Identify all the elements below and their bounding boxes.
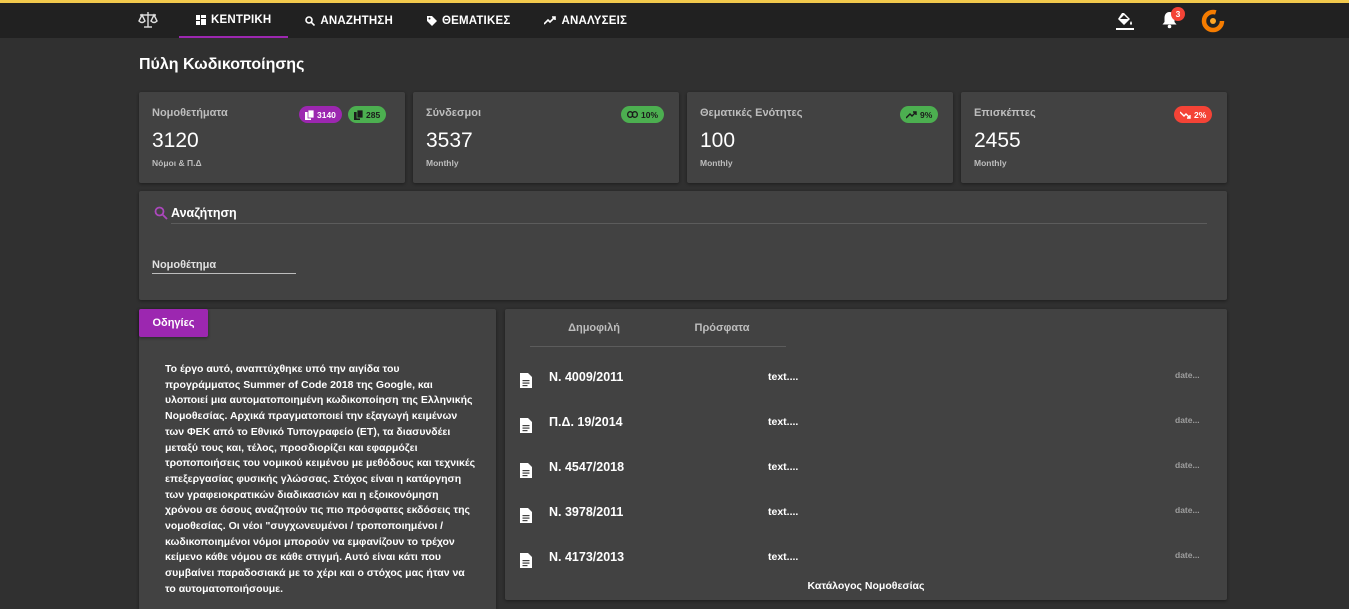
guide-description: Το έργο αυτό, αναπτύχθηκε υπό την αιγίδα…	[165, 363, 476, 595]
stat-value: 2455	[974, 129, 1021, 152]
chip-text: 3140	[317, 109, 336, 120]
description-icon	[520, 508, 532, 523]
law-list-item[interactable]: Ν. 3978/2011 text.... date...	[505, 491, 1227, 531]
law-text: text....	[768, 461, 799, 473]
stat-card-links: Σύνδεσμοι 10% 3537 Monthly	[413, 92, 679, 183]
search-icon	[154, 206, 168, 220]
nav-tab-analyses[interactable]: ΑΝΑΛΥΣΕΙΣ	[527, 3, 644, 38]
description-icon	[520, 418, 532, 433]
law-text: text....	[768, 416, 799, 428]
file-copy-icon	[354, 109, 363, 120]
laws-count-chip[interactable]: 3140	[299, 106, 342, 123]
nav-tab-home[interactable]: ΚΕΝΤΡΙΚΗ	[179, 3, 289, 38]
nav-tab-search-label: ΑΝΑΖΗΤΗΣΗ	[320, 14, 393, 27]
divider	[171, 223, 1207, 224]
search-card-header: Αναζήτηση	[154, 206, 237, 220]
visitors-trend-chip[interactable]: 2%	[1174, 106, 1213, 123]
tab-popular[interactable]: Δημοφιλή	[530, 309, 658, 347]
law-date: date...	[1175, 370, 1200, 380]
law-text: text....	[768, 506, 799, 518]
label-icon	[426, 15, 437, 26]
law-date: date...	[1175, 505, 1200, 515]
legislation-search-input[interactable]	[152, 256, 296, 274]
stat-subtitle: Monthly	[426, 158, 459, 168]
law-list-item[interactable]: Ν. 4547/2018 text.... date...	[505, 446, 1227, 486]
description-icon	[520, 553, 532, 568]
top-app-bar: ΚΕΝΤΡΙΚΗ ΑΝΑΖΗΤΗΣΗ ΘΕΜΑΤΙΚΕΣ ΑΝΑΛΥΣΕΙΣ 3	[0, 0, 1349, 38]
main-nav: ΚΕΝΤΡΙΚΗ ΑΝΑΖΗΤΗΣΗ ΘΕΜΑΤΙΚΕΣ ΑΝΑΛΥΣΕΙΣ	[179, 3, 644, 38]
stat-label: Σύνδεσμοι	[426, 107, 482, 119]
link-icon	[627, 111, 638, 118]
stat-label: Επισκέπτες	[974, 107, 1036, 119]
guide-card: Οδηγίες Το έργο αυτό, αναπτύχθηκε υπό τη…	[139, 309, 496, 609]
description-icon	[520, 463, 532, 478]
nav-tab-home-label: ΚΕΝΤΡΙΚΗ	[211, 13, 272, 26]
page-title: Πύλη Κωδικοποίησης	[139, 56, 305, 73]
chip-text: 285	[366, 109, 381, 120]
stat-value: 100	[700, 129, 736, 152]
nav-tab-topics-label: ΘΕΜΑΤΙΚΕΣ	[441, 14, 511, 27]
law-list-item[interactable]: Ν. 4173/2013 text.... date...	[505, 536, 1227, 576]
avatar-logo-icon[interactable]	[1201, 9, 1225, 38]
stat-subtitle: Νόμοι & Π.Δ	[152, 158, 202, 168]
scales-logo-icon[interactable]	[137, 9, 159, 31]
stat-label: Θεματικές Ενότητες	[700, 107, 803, 119]
file-copy-icon	[305, 109, 314, 120]
stat-card-visitors: Επισκέπτες 2% 2455 Monthly	[961, 92, 1227, 183]
laws-tabs: Δημοφιλή Πρόσφατα	[530, 309, 786, 347]
description-icon	[520, 373, 532, 388]
trending-up-icon	[544, 15, 557, 25]
law-date: date...	[1175, 460, 1200, 470]
stat-label: Νομοθετήματα	[152, 107, 228, 119]
stat-subtitle: Monthly	[700, 158, 733, 168]
search-icon	[305, 15, 316, 26]
chip-text: 9%	[920, 109, 933, 120]
trending-down-icon	[1180, 111, 1191, 119]
trending-up-icon	[906, 110, 917, 118]
law-title: Ν. 4173/2013	[549, 550, 625, 564]
legislation-catalog-link[interactable]: Κατάλογος Νομοθεσίας	[505, 580, 1227, 592]
links-trend-chip[interactable]: 10%	[621, 106, 665, 123]
decrees-count-chip[interactable]: 285	[348, 106, 387, 123]
stat-value: 3537	[426, 129, 473, 152]
guide-button[interactable]: Οδηγίες	[139, 309, 208, 337]
law-list-item[interactable]: Ν. 4009/2011 text.... date...	[505, 356, 1227, 396]
law-date: date...	[1175, 550, 1200, 560]
chip-text: 2%	[1194, 109, 1207, 120]
tab-recent[interactable]: Πρόσφατα	[658, 309, 786, 347]
chip-text: 10%	[641, 109, 659, 120]
law-list-item[interactable]: Π.Δ. 19/2014 text.... date...	[505, 401, 1227, 441]
stat-card-legislation: Νομοθετήματα 3140 285 3120 Νόμοι & Π.Δ	[139, 92, 405, 183]
stat-subtitle: Monthly	[974, 158, 1007, 168]
search-card-title: Αναζήτηση	[171, 206, 237, 220]
law-text: text....	[768, 551, 799, 563]
laws-list-card: Δημοφιλή Πρόσφατα Ν. 4009/2011 text.... …	[505, 309, 1227, 600]
stat-card-topics: Θεματικές Ενότητες 9% 100 Monthly	[687, 92, 953, 183]
notification-count-badge: 3	[1171, 7, 1185, 21]
nav-tab-topics[interactable]: ΘΕΜΑΤΙΚΕΣ	[410, 3, 527, 38]
law-title: Ν. 4009/2011	[549, 370, 624, 384]
law-text: text....	[768, 371, 799, 383]
stat-value: 3120	[152, 129, 199, 152]
nav-tab-search[interactable]: ΑΝΑΖΗΤΗΣΗ	[288, 3, 410, 38]
topics-trend-chip[interactable]: 9%	[900, 106, 939, 123]
format-color-fill-icon[interactable]	[1115, 11, 1135, 36]
search-card: Αναζήτηση	[139, 191, 1227, 300]
law-title: Ν. 3978/2011	[549, 505, 624, 519]
law-date: date...	[1175, 415, 1200, 425]
law-title: Π.Δ. 19/2014	[549, 415, 623, 429]
nav-tab-analyses-label: ΑΝΑΛΥΣΕΙΣ	[561, 14, 628, 27]
law-title: Ν. 4547/2018	[549, 460, 625, 474]
dashboard-icon	[196, 14, 206, 25]
